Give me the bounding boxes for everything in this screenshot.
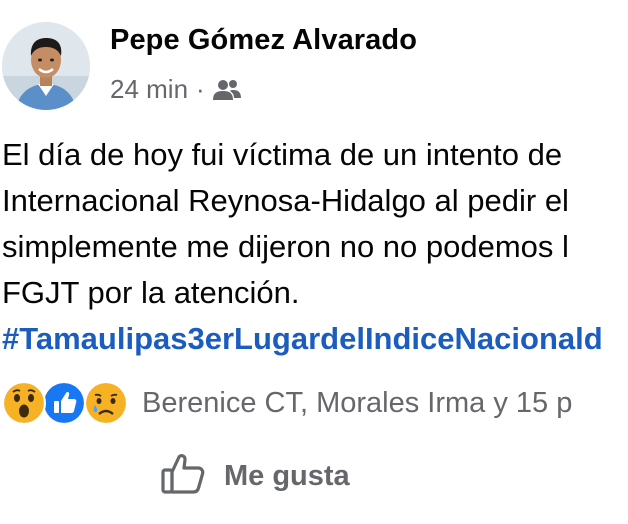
like-label: Me gusta [224,459,350,492]
thumbs-up-outline-icon [160,451,206,502]
post-meta: 24 min · [110,74,241,105]
meta-separator: · [196,74,205,104]
reactors-names[interactable]: Berenice CT, Morales Irma y 15 p [142,387,572,420]
sad-reaction-icon [84,381,128,425]
reaction-icons [2,379,136,427]
post-text-line: simplemente me dijeron no no podemos l [2,229,569,264]
hashtag-link[interactable]: #Tamaulipas3erLugardelIndiceNacionald [2,316,628,362]
post-time[interactable]: 24 min [110,74,188,105]
post-text: El día de hoy fui víctima de un intento … [2,132,628,362]
wow-reaction-icon [2,381,46,425]
friends-icon[interactable] [212,78,241,102]
post-text-line: Internacional Reynosa-Hidalgo al pedir e… [2,183,569,218]
post-author-name[interactable]: Pepe Gómez Alvarado [110,24,417,57]
reactions-summary[interactable]: Berenice CT, Morales Irma y 15 p [2,378,572,428]
post-text-line: FGJT por la atención. [2,275,300,310]
post-text-line: El día de hoy fui víctima de un intento … [2,137,563,172]
like-reaction-icon [42,381,86,425]
like-button[interactable]: Me gusta [160,450,350,502]
avatar-photo [2,22,90,110]
author-avatar[interactable] [2,22,90,110]
